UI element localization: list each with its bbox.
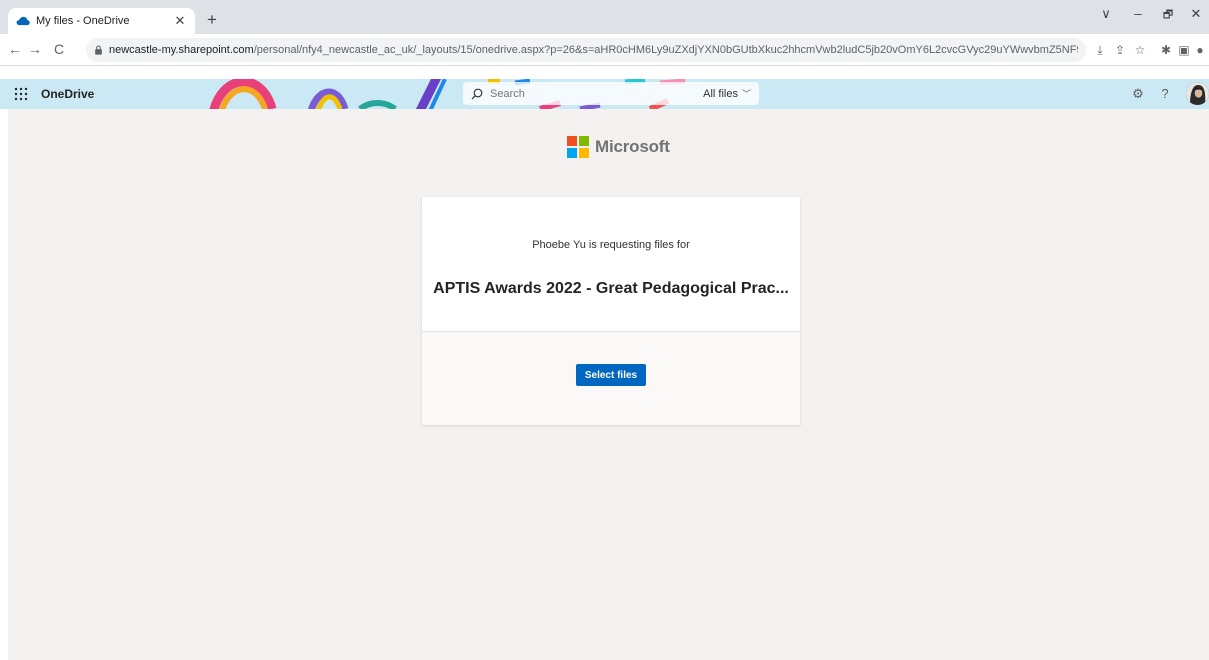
search-box[interactable]: All files ﹀ [463, 82, 759, 105]
back-arrow-icon[interactable]: ← [6, 40, 24, 58]
app-launcher-icon[interactable] [14, 87, 28, 101]
help-icon[interactable]: ? [1157, 86, 1173, 102]
onedrive-header: OneDrive All files ﹀ ⚙ ? [0, 79, 1209, 109]
logo-square-green [579, 136, 589, 146]
url-path: /personal/nfy4_newcastle_ac_uk/_layouts/… [253, 44, 1078, 56]
search-input[interactable] [490, 87, 704, 100]
close-window-icon[interactable]: ✕ [1186, 6, 1206, 22]
address-bar[interactable]: newcastle-my.sharepoint.com/personal/nfy… [86, 38, 1086, 62]
side-panel-icon[interactable]: ▣ [1176, 42, 1192, 58]
avatar-photo-icon [1186, 82, 1209, 105]
browser-tab[interactable]: My files - OneDrive ✕ [8, 8, 195, 34]
search-scope[interactable]: All files [703, 88, 738, 100]
logo-square-red [567, 136, 577, 146]
microsoft-logo-icon [567, 136, 589, 158]
tab-close-icon[interactable]: ✕ [173, 13, 187, 29]
bookmark-star-icon[interactable]: ☆ [1132, 42, 1148, 58]
onedrive-cloud-icon [16, 16, 30, 26]
file-request-card: Phoebe Yu is requesting files for APTIS … [422, 197, 800, 425]
avatar[interactable] [1186, 82, 1209, 105]
tab-title: My files - OneDrive [36, 15, 130, 27]
browser-tab-bar: My files - OneDrive ✕ + ∨ – 🗗 ✕ [0, 0, 1209, 34]
requester-text: Phoebe Yu is requesting files for [532, 239, 690, 251]
install-app-icon[interactable]: ⤓ [1092, 42, 1108, 58]
minimize-icon[interactable]: – [1128, 6, 1148, 21]
restore-icon[interactable]: 🗗 [1158, 6, 1178, 25]
logo-square-blue [567, 148, 577, 158]
tab-search-icon[interactable]: ∨ [1096, 6, 1116, 22]
search-icon [471, 88, 483, 99]
upload-section: Select files [422, 332, 800, 425]
reload-icon[interactable]: C [50, 40, 68, 58]
url-host: newcastle-my.sharepoint.com [109, 44, 254, 56]
forward-arrow-icon[interactable]: → [26, 40, 44, 58]
lock-icon [95, 45, 102, 55]
url-text: newcastle-my.sharepoint.com/personal/nfy… [109, 44, 1078, 56]
microsoft-logo: Microsoft [567, 136, 670, 158]
select-files-button[interactable]: Select files [576, 364, 646, 386]
new-tab-button[interactable]: + [202, 10, 222, 30]
request-info-section: Phoebe Yu is requesting files for APTIS … [422, 197, 800, 332]
browser-toolbar: ← → C newcastle-my.sharepoint.com/person… [0, 34, 1209, 66]
share-icon[interactable]: ⇪ [1112, 42, 1128, 58]
microsoft-brand-text: Microsoft [595, 137, 670, 156]
request-title: APTIS Awards 2022 - Great Pedagogical Pr… [433, 280, 789, 297]
app-name[interactable]: OneDrive [41, 87, 94, 101]
profile-icon[interactable]: ● [1192, 42, 1208, 58]
logo-square-yellow [579, 148, 589, 158]
file-request-page: Microsoft Phoebe Yu is requesting files … [8, 109, 1209, 660]
settings-gear-icon[interactable]: ⚙ [1130, 86, 1146, 102]
chevron-down-icon[interactable]: ﹀ [742, 87, 751, 100]
extensions-icon[interactable]: ✱ [1158, 42, 1174, 58]
